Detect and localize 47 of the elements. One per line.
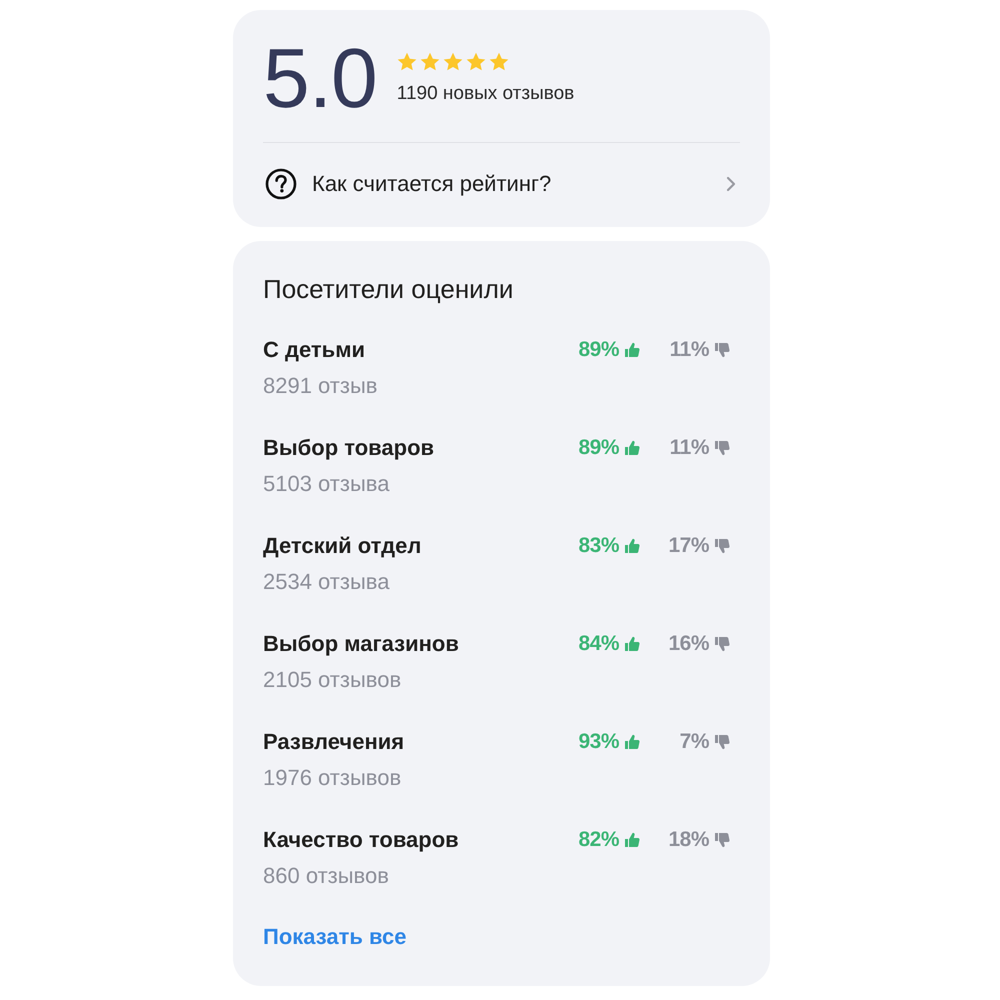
thumbs-down-icon xyxy=(714,342,730,358)
thumbs-up-icon xyxy=(624,734,640,750)
thumbs-down-icon xyxy=(714,832,730,848)
thumbs-down-icon xyxy=(714,440,730,456)
aspect-name: Качество товаров xyxy=(263,826,460,854)
star-icon xyxy=(488,52,509,72)
negative-share: 7% xyxy=(680,729,709,755)
positive-share: 89% xyxy=(578,435,619,461)
aspect-review-count: 2534 отзыва xyxy=(263,568,390,596)
thumbs-up-icon xyxy=(624,832,640,848)
star-icon xyxy=(442,52,463,72)
thumbs-up-icon xyxy=(624,342,640,358)
negative-share: 11% xyxy=(670,337,709,363)
rating-score: 5.0 xyxy=(263,36,377,120)
aspect-name: Выбор магазинов xyxy=(263,630,460,658)
help-icon xyxy=(265,168,297,200)
star-icon xyxy=(466,52,486,72)
chevron-right-icon[interactable] xyxy=(726,176,736,192)
aspect-review-count: 1976 отзывов xyxy=(263,764,402,792)
thumbs-down-icon xyxy=(714,734,730,750)
thumbs-up-icon xyxy=(624,440,640,456)
positive-share: 84% xyxy=(578,631,619,657)
aspect-name: Детский отдел xyxy=(263,532,422,560)
aspect-review-count: 8291 отзыв xyxy=(263,372,378,400)
negative-share: 16% xyxy=(668,631,709,657)
aspect-review-count: 860 отзывов xyxy=(263,862,390,890)
positive-share: 82% xyxy=(578,827,619,853)
thumbs-down-icon xyxy=(714,636,730,652)
aspect-name: С детьми xyxy=(263,336,366,364)
thumbs-up-icon xyxy=(624,538,640,554)
star-icon xyxy=(396,52,417,72)
rating-info-link[interactable]: Как считается рейтинг? xyxy=(312,168,552,200)
aspect-review-count: 2105 отзывов xyxy=(263,666,402,694)
star-icon xyxy=(420,52,440,72)
thumbs-up-icon xyxy=(624,636,640,652)
thumbs-down-icon xyxy=(714,538,730,554)
negative-share: 17% xyxy=(668,533,709,559)
positive-share: 93% xyxy=(578,729,619,755)
aspect-name: Развлечения xyxy=(263,728,406,756)
negative-share: 18% xyxy=(668,827,709,853)
positive-share: 89% xyxy=(578,337,619,363)
negative-share: 11% xyxy=(670,435,709,461)
aspect-review-count: 5103 отзыва xyxy=(263,470,390,498)
aspect-name: Выбор товаров xyxy=(263,434,436,462)
aspects-title: Посетители оценили xyxy=(263,273,514,305)
positive-share: 83% xyxy=(578,533,619,559)
new-reviews-count: 1190 новых отзывов xyxy=(396,82,574,106)
